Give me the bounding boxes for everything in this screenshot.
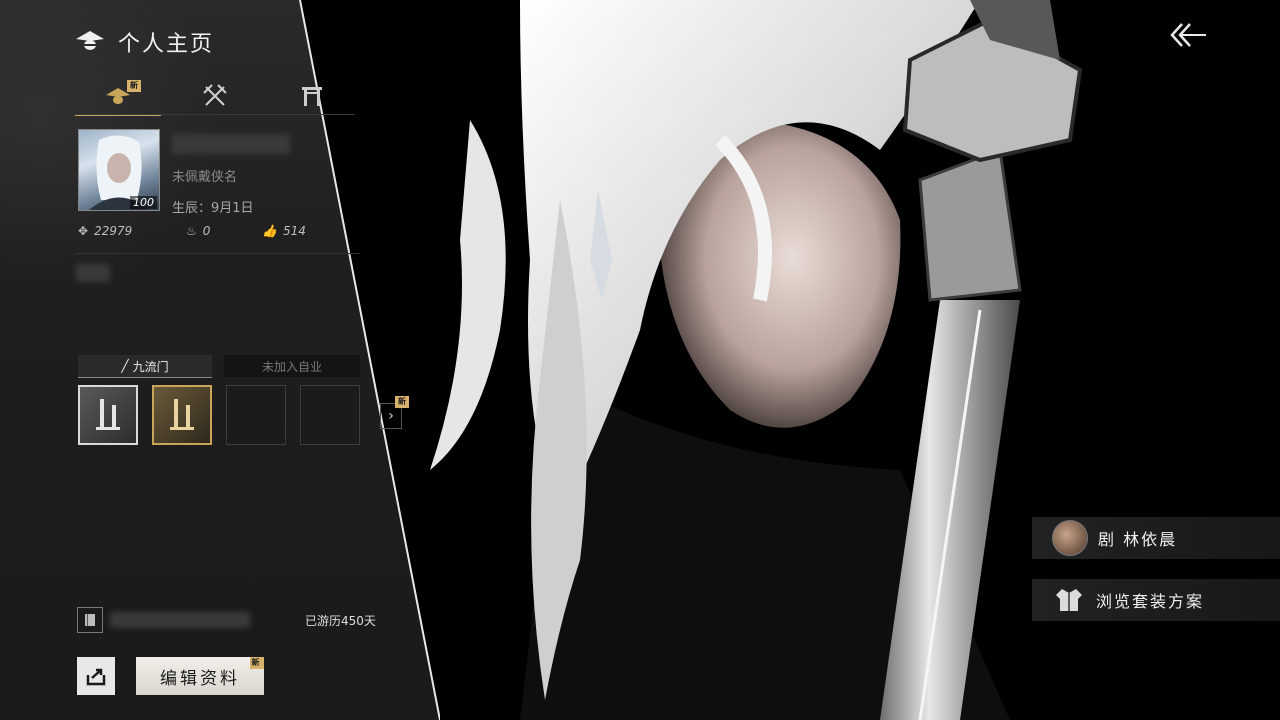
outfit-label: 浏览套装方案: [1096, 592, 1205, 611]
journal-icon[interactable]: [77, 607, 103, 633]
profile-tabs: 新: [75, 78, 355, 116]
back-button[interactable]: [1166, 20, 1210, 50]
avatar[interactable]: 100: [78, 129, 160, 211]
crossed-swords-icon: [203, 84, 227, 106]
new-badge: 新: [250, 657, 264, 669]
tab-combat[interactable]: [172, 78, 258, 114]
heat-value: 0: [202, 224, 211, 238]
tab-profile[interactable]: 新: [75, 78, 161, 116]
dagger-icon: [96, 399, 120, 430]
robe-icon: [1056, 589, 1082, 611]
signature-redacted: [76, 264, 110, 282]
sect-tab-inactive[interactable]: 未加入自业: [224, 355, 360, 377]
brush-icon: ╱: [121, 359, 129, 373]
sect-slot-2[interactable]: [152, 385, 212, 445]
bee-emblem-icon: [72, 27, 108, 53]
gate-icon: [302, 87, 322, 106]
sect-slot-3[interactable]: [226, 385, 286, 445]
sect-tab-inactive-label: 未加入自业: [261, 359, 322, 374]
player-name-redacted: [172, 134, 290, 154]
title-placeholder: 未佩戴侠名: [172, 170, 238, 185]
sect-slot-1[interactable]: [78, 385, 138, 445]
sect-tab-active-label: 九流门: [132, 359, 169, 374]
more-slots-button[interactable]: › 新: [380, 396, 409, 429]
chevron-right-icon: ›: [388, 408, 394, 424]
sect-slot-4[interactable]: [300, 385, 360, 445]
sect-tab-active[interactable]: ╱ 九流门: [78, 355, 212, 378]
companion-button[interactable]: 剧 林依晨: [1032, 517, 1280, 559]
power-icon: ✥: [78, 224, 89, 238]
back-arrow-icon: [1170, 23, 1206, 47]
tabs-divider: [75, 114, 355, 115]
outfit-button[interactable]: 浏览套装方案: [1032, 579, 1280, 621]
tab-gate[interactable]: [269, 78, 355, 114]
likes-stat[interactable]: 👍 514: [262, 224, 306, 238]
birthday-text: 生辰：9月1日: [172, 201, 254, 216]
page-title: 个人主页: [118, 32, 215, 57]
edit-profile-label: 编辑资料: [160, 668, 240, 689]
power-stat: ✥ 22979: [78, 224, 132, 238]
heat-stat: ♨ 0: [186, 224, 210, 238]
share-icon: [86, 668, 106, 686]
share-button[interactable]: [77, 657, 115, 695]
edit-profile-button[interactable]: 编辑资料 新: [136, 657, 264, 695]
new-badge: 新: [395, 396, 409, 408]
profile-divider: [75, 253, 360, 254]
thumbs-up-icon: 👍: [262, 224, 277, 238]
likes-value: 514: [282, 224, 306, 238]
companion-avatar: [1052, 520, 1088, 556]
companion-label: 剧 林依晨: [1098, 530, 1178, 549]
power-value: 22979: [94, 224, 133, 238]
new-badge: 新: [127, 80, 141, 92]
dagger-icon: [170, 399, 194, 430]
days-traveled: 已游历450天: [305, 614, 376, 628]
flame-icon: ♨: [186, 224, 197, 238]
level-label: 100: [130, 196, 157, 209]
journal-text-redacted: [110, 612, 250, 628]
